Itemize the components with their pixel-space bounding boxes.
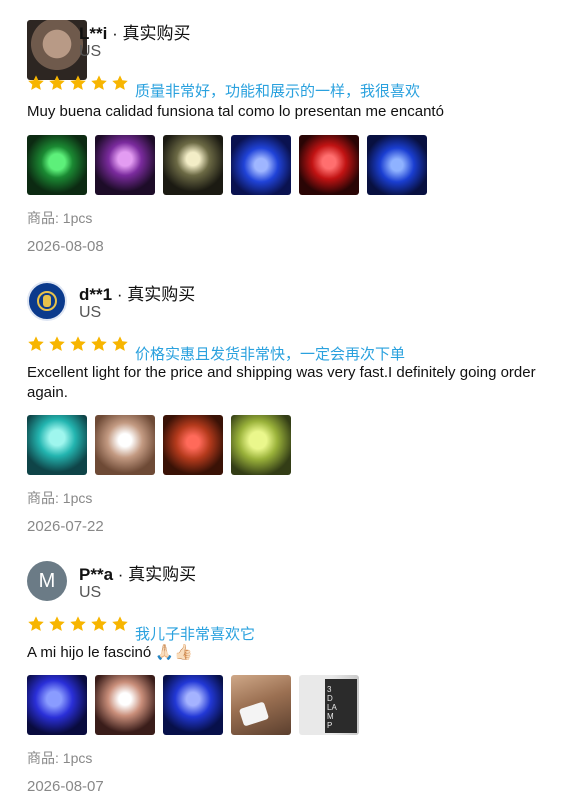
- photo-thumbnail[interactable]: [163, 135, 223, 195]
- reviewer-name: P**a: [79, 565, 114, 584]
- star-icon: [112, 336, 128, 351]
- star-icon: [112, 616, 128, 631]
- photo-thumbnail[interactable]: [163, 415, 223, 475]
- photo-thumbnail[interactable]: [27, 675, 87, 735]
- review-text: A mi hijo le fascinó 🙏🏻👍🏻: [27, 644, 193, 661]
- star-icon: [70, 75, 86, 90]
- photo-thumbnail[interactable]: [299, 135, 359, 195]
- reviewer-line: d**1 · 真实购买: [79, 280, 195, 305]
- star-icon: [91, 75, 107, 90]
- photo-thumbnail[interactable]: [27, 415, 87, 475]
- photo-thumbnail[interactable]: [95, 135, 155, 195]
- photo-thumbnail[interactable]: [95, 675, 155, 735]
- reviewer-country: US: [79, 43, 102, 60]
- photo-thumbnail[interactable]: [231, 135, 291, 195]
- avatar[interactable]: [27, 20, 87, 80]
- photo-thumbnail[interactable]: [163, 675, 223, 735]
- box-label: 3D LAMP: [327, 685, 337, 730]
- remote-control-icon: [238, 701, 270, 727]
- sku-info: 商品: 1pcs: [27, 750, 93, 766]
- photo-thumbnail[interactable]: [231, 675, 291, 735]
- review-date: 2026-08-08: [27, 238, 104, 255]
- photo-thumbnail[interactable]: [95, 415, 155, 475]
- review-translation: 质量非常好，功能和展示的一样，我很喜欢: [135, 83, 421, 100]
- star-rating: [27, 74, 129, 92]
- verified-purchase-badge: 真实购买: [122, 24, 191, 43]
- sku-info: 商品: 1pcs: [27, 490, 93, 506]
- review-translation: 价格实惠且发货非常快，一定会再次下单: [135, 346, 406, 363]
- photo-thumbnail[interactable]: [27, 135, 87, 195]
- reviewer-name: L**i: [79, 24, 108, 43]
- star-icon: [91, 336, 107, 351]
- review-photos: [27, 415, 291, 475]
- sku-info: 商品: 1pcs: [27, 210, 93, 226]
- photo-thumbnail[interactable]: [367, 135, 427, 195]
- reviewer-country: US: [79, 584, 102, 601]
- review-translation: 我儿子非常喜欢它: [135, 626, 256, 643]
- photo-thumbnail[interactable]: 3D LAMP: [299, 675, 359, 735]
- star-icon: [49, 616, 65, 631]
- reviewer-line: P**a · 真实购买: [79, 560, 196, 585]
- review-photos: 3D LAMP: [27, 675, 359, 735]
- reviewer-line: L**i · 真实购买: [79, 19, 190, 44]
- star-icon: [70, 336, 86, 351]
- separator: ·: [117, 565, 124, 584]
- star-icon: [28, 75, 44, 90]
- separator: ·: [116, 285, 123, 304]
- star-icon: [70, 616, 86, 631]
- review-photos: [27, 135, 427, 195]
- avatar[interactable]: [27, 281, 67, 321]
- star-rating: [27, 615, 129, 633]
- review-card: L**i · 真实购买 US 质量非常好，功能和展示的一样，我很喜欢 Muy b…: [0, 0, 579, 255]
- star-icon: [49, 75, 65, 90]
- review-date: 2026-08-07: [27, 778, 104, 795]
- review-date: 2026-07-22: [27, 518, 104, 535]
- reviewer-name: d**1: [79, 285, 113, 304]
- separator: ·: [112, 24, 118, 43]
- avatar[interactable]: M: [27, 561, 67, 601]
- star-icon: [28, 616, 44, 631]
- reviewer-country: US: [79, 304, 102, 321]
- verified-purchase-badge: 真实购买: [127, 285, 196, 304]
- star-icon: [28, 336, 44, 351]
- star-icon: [112, 75, 128, 90]
- star-icon: [91, 616, 107, 631]
- verified-purchase-badge: 真实购买: [128, 565, 197, 584]
- star-rating: [27, 335, 129, 353]
- review-text: Muy buena calidad funsiona tal como lo p…: [27, 103, 444, 120]
- review-text: Excellent light for the price and shippi…: [27, 364, 536, 401]
- star-icon: [49, 336, 65, 351]
- photo-thumbnail[interactable]: [231, 415, 291, 475]
